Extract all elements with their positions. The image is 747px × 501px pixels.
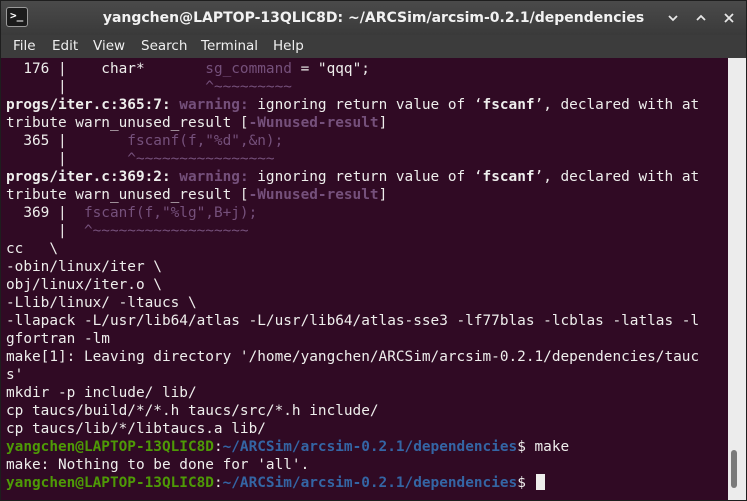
terminal-line: 365 | fscanf(f,"%d",&n);	[6, 133, 284, 149]
prompt-command: make	[534, 439, 570, 455]
terminal-line: cc \	[6, 241, 58, 257]
maximize-icon[interactable]	[694, 11, 708, 25]
title-bar[interactable]: >_ yangchen@LAPTOP-13QLIC8D: ~/ARCSim/ar…	[1, 1, 746, 35]
terminal-line: mkdir -p include/ lib/	[6, 385, 197, 401]
prompt-user: yangchen@LAPTOP-13QLIC8D	[6, 439, 214, 455]
terminal-line: -Llib/linux/ -ltaucs \	[6, 295, 197, 311]
window-title: yangchen@LAPTOP-13QLIC8D: ~/ARCSim/arcsi…	[102, 10, 645, 26]
minimize-icon[interactable]	[666, 11, 680, 25]
terminal-line: s'	[6, 367, 24, 383]
prompt-path: ~/ARCSim/arcsim-0.2.1/dependencies	[222, 475, 518, 491]
prompt-path: ~/ARCSim/arcsim-0.2.1/dependencies	[222, 439, 518, 455]
terminal-line: 369 | fscanf(f,"%lg",B+j);	[6, 205, 258, 221]
terminal-line: cp taucs/lib/*/libtaucs.a lib/	[6, 421, 266, 437]
menu-bar: File Edit View Search Terminal Help	[1, 35, 746, 58]
prompt-user: yangchen@LAPTOP-13QLIC8D	[6, 475, 214, 491]
terminal-output[interactable]: 176 | char* sg_command = "qqq"; | ^~~~~~…	[1, 58, 728, 500]
terminal-line: cp taucs/build/*/*.h taucs/src/*.h inclu…	[6, 403, 379, 419]
terminal-line: | ^~~~~~~~~~~~~~~~~	[6, 151, 275, 167]
terminal-line: obj/linux/iter.o \	[6, 277, 162, 293]
terminal-line: progs/iter.c:365:7: warning: ignoring re…	[6, 97, 700, 113]
menu-file[interactable]: File	[13, 38, 36, 54]
terminal-prompt-line: yangchen@LAPTOP-13QLIC8D:~/ARCSim/arcsim…	[6, 474, 545, 492]
terminal-line: make: Nothing to be done for 'all'.	[6, 457, 310, 473]
terminal-line: tribute warn_unused_result [-Wunused-res…	[6, 115, 388, 131]
text-cursor	[535, 474, 545, 490]
menu-edit[interactable]: Edit	[52, 38, 78, 54]
terminal-line: | ^~~~~~~~~~	[6, 79, 292, 95]
scrollbar[interactable]	[728, 58, 746, 500]
terminal-line: make[1]: Leaving directory '/home/yangch…	[6, 349, 700, 365]
scrollbar-thumb[interactable]	[731, 450, 737, 488]
terminal-line: -llapack -L/usr/lib64/atlas -L/usr/lib64…	[6, 313, 700, 329]
terminal-prompt-line: yangchen@LAPTOP-13QLIC8D:~/ARCSim/arcsim…	[6, 439, 570, 455]
menu-terminal[interactable]: Terminal	[201, 38, 258, 54]
terminal-line: tribute warn_unused_result [-Wunused-res…	[6, 187, 388, 203]
menu-help[interactable]: Help	[273, 38, 304, 54]
terminal-window: >_ yangchen@LAPTOP-13QLIC8D: ~/ARCSim/ar…	[0, 0, 747, 501]
terminal-line: | ^~~~~~~~~~~~~~~~~~~	[6, 223, 249, 239]
terminal-line: -obin/linux/iter \	[6, 259, 162, 275]
terminal-line: 176 | char* sg_command = "qqq";	[6, 61, 370, 77]
menu-view[interactable]: View	[93, 38, 125, 54]
terminal-line: gfortran -lm	[6, 331, 110, 347]
terminal-line: progs/iter.c:369:2: warning: ignoring re…	[6, 169, 700, 185]
menu-search[interactable]: Search	[141, 38, 187, 54]
close-icon[interactable]	[722, 11, 736, 25]
